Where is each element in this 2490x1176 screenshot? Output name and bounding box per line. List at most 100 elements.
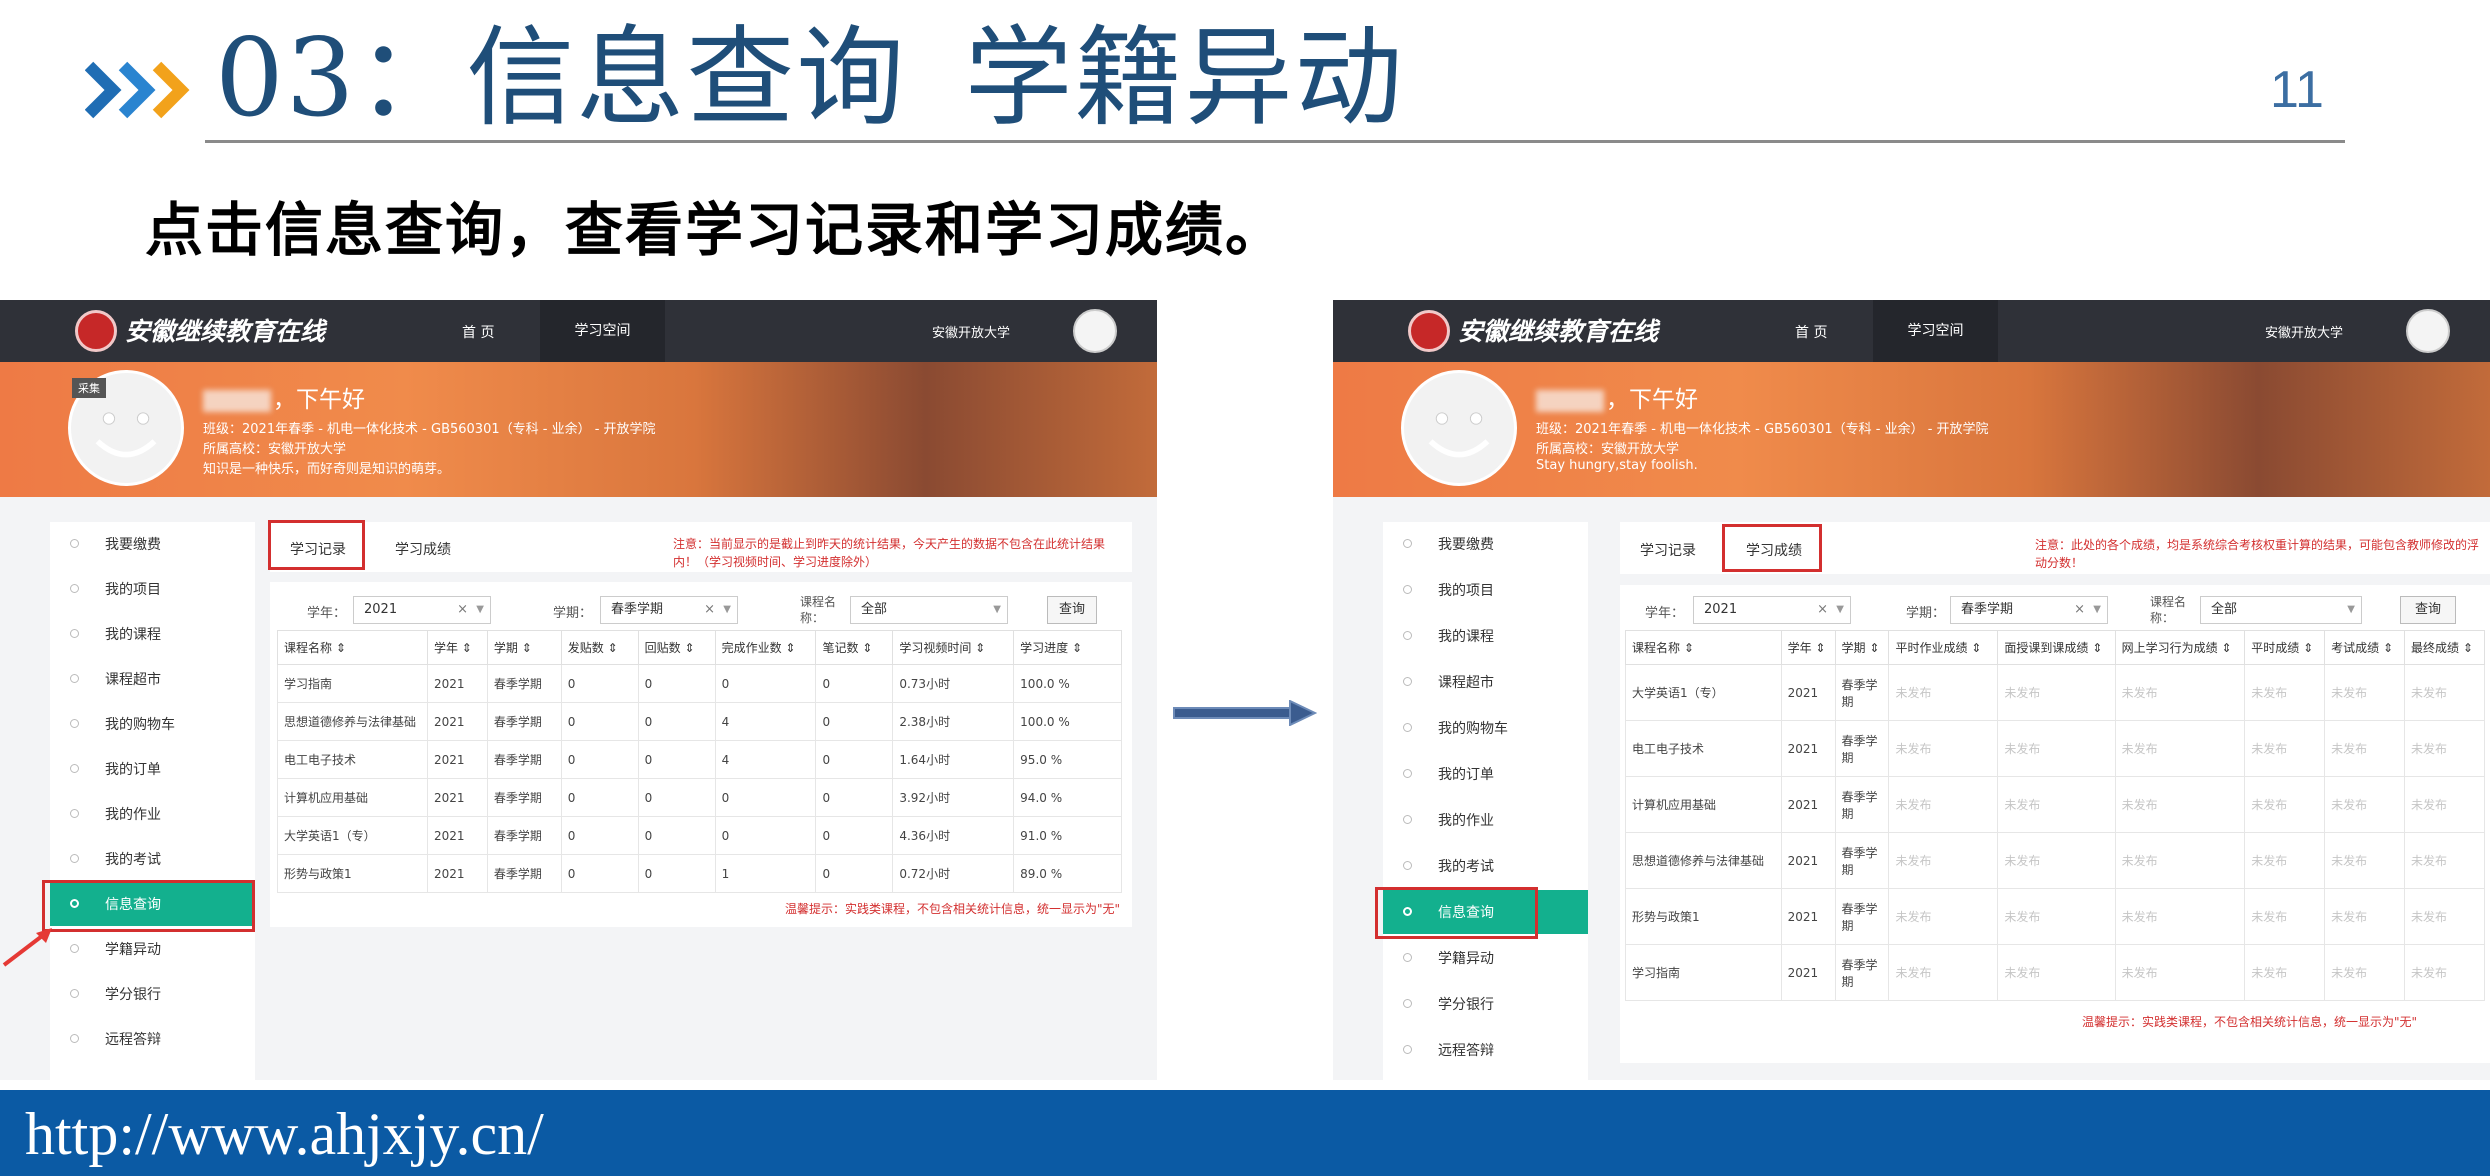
course-select[interactable]: 全部 ▼ xyxy=(2200,596,2362,624)
sidebar-item-courses[interactable]: 我的课程 xyxy=(1383,614,1588,658)
cell-homework: 0 xyxy=(714,778,817,817)
sidebar-item-remote-defense[interactable]: 远程答辩 xyxy=(1383,1028,1588,1072)
tab-bar: 学习记录 学习成绩 注意：当前显示的是截止到昨天的统计结果，今天产生的数据不包含… xyxy=(270,522,1132,572)
cell-score: 未发布 xyxy=(2404,832,2485,889)
sidebar-item-payment[interactable]: 我要缴费 xyxy=(50,522,255,566)
cell-course: 计算机应用基础 xyxy=(1625,776,1782,833)
cell-score: 未发布 xyxy=(2244,664,2326,721)
user-avatar-icon[interactable] xyxy=(1073,309,1117,353)
cell-homework: 1 xyxy=(714,854,817,893)
cell-term: 春季学期 xyxy=(1834,888,1890,945)
cell-term: 春季学期 xyxy=(486,854,562,893)
sidebar-item-cart[interactable]: 我的购物车 xyxy=(1383,706,1588,750)
sidebar-item-homework[interactable]: 我的作业 xyxy=(1383,798,1588,842)
query-button[interactable]: 查询 xyxy=(2400,596,2456,624)
cell-video-time: 1.64小时 xyxy=(892,740,1015,779)
cell-course: 学习指南 xyxy=(277,664,428,703)
cell-progress: 89.0 % xyxy=(1013,854,1122,893)
col-year[interactable]: 学年 ⇕ xyxy=(426,630,488,665)
nav-home-link[interactable]: 首 页 xyxy=(1795,322,1827,342)
course-select[interactable]: 全部 ▼ xyxy=(850,596,1008,624)
nav-university-link[interactable]: 安徽开放大学 xyxy=(932,322,1010,341)
sidebar-item-enrollment-change[interactable]: 学籍异动 xyxy=(1383,936,1588,980)
radio-icon xyxy=(70,854,79,863)
col-exam-score[interactable]: 考试成绩 ⇕ xyxy=(2324,630,2406,665)
nav-study-space-link[interactable]: 学习空间 xyxy=(1873,300,1998,362)
sidebar-item-remote-defense[interactable]: 远程答辩 xyxy=(50,1017,255,1061)
cell-homework: 4 xyxy=(714,702,817,741)
col-course[interactable]: 课程名称 ⇕ xyxy=(277,630,428,665)
cell-score: 未发布 xyxy=(2114,776,2246,833)
query-button[interactable]: 查询 xyxy=(1047,596,1097,624)
cell-term: 春季学期 xyxy=(1834,776,1890,833)
cell-year: 2021 xyxy=(426,664,488,703)
cell-score: 未发布 xyxy=(1888,720,1999,777)
school-info: 所属高校：安徽开放大学 xyxy=(203,442,347,457)
site-logo-text: 安徽继续教育在线 xyxy=(1458,317,1659,346)
col-progress[interactable]: 学习进度 ⇕ xyxy=(1013,630,1122,665)
sidebar-item-homework[interactable]: 我的作业 xyxy=(50,792,255,836)
sidebar-item-payment[interactable]: 我要缴费 xyxy=(1383,522,1588,566)
clear-icon[interactable]: × xyxy=(704,597,715,623)
col-regular-score[interactable]: 平时成绩 ⇕ xyxy=(2244,630,2326,665)
sidebar-item-credit-bank[interactable]: 学分银行 xyxy=(1383,982,1588,1026)
col-replies[interactable]: 回贴数 ⇕ xyxy=(637,630,716,665)
tab-study-records[interactable]: 学习记录 xyxy=(1640,540,1696,560)
sidebar-item-projects[interactable]: 我的项目 xyxy=(50,567,255,611)
sidebar-item-course-market[interactable]: 课程超市 xyxy=(50,657,255,701)
col-homework-done[interactable]: 完成作业数 ⇕ xyxy=(714,630,817,665)
profile-avatar-icon[interactable] xyxy=(1401,370,1517,486)
sidebar-item-orders[interactable]: 我的订单 xyxy=(1383,752,1588,796)
term-label: 学期： xyxy=(1906,606,1946,621)
sidebar-menu: 我要缴费 我的项目 我的课程 课程超市 我的购物车 我的订单 我的作业 我的考试… xyxy=(1383,522,1588,1080)
user-avatar-icon[interactable] xyxy=(2406,309,2450,353)
collect-tag[interactable]: 采集 xyxy=(72,378,106,398)
col-term[interactable]: 学期 ⇕ xyxy=(486,630,562,665)
col-final-score[interactable]: 最终成绩 ⇕ xyxy=(2404,630,2485,665)
col-notes[interactable]: 笔记数 ⇕ xyxy=(815,630,894,665)
cell-homework: 0 xyxy=(714,664,817,703)
sidebar-item-orders[interactable]: 我的订单 xyxy=(50,747,255,791)
clear-icon[interactable]: × xyxy=(2074,597,2085,623)
term-select[interactable]: 春季学期 × ▼ xyxy=(600,596,738,624)
sidebar-item-exams[interactable]: 我的考试 xyxy=(1383,844,1588,888)
cell-course: 形势与政策1 xyxy=(277,854,428,893)
cell-posts: 0 xyxy=(560,702,639,741)
col-online-score[interactable]: 网上学习行为成绩 ⇕ xyxy=(2114,630,2246,665)
col-course[interactable]: 课程名称 ⇕ xyxy=(1625,630,1782,665)
chevron-down-icon: ▼ xyxy=(2347,604,2355,615)
cell-video-time: 0.73小时 xyxy=(892,664,1015,703)
nav-home-link[interactable]: 首 页 xyxy=(462,322,494,342)
col-video-time[interactable]: 学习视频时间 ⇕ xyxy=(892,630,1015,665)
nav-study-space-link[interactable]: 学习空间 xyxy=(540,300,665,362)
term-select[interactable]: 春季学期 × ▼ xyxy=(1950,596,2108,624)
col-year[interactable]: 学年 ⇕ xyxy=(1780,630,1836,665)
sidebar-item-enrollment-change[interactable]: 学籍异动 xyxy=(50,927,255,971)
sidebar-item-projects[interactable]: 我的项目 xyxy=(1383,568,1588,612)
radio-icon xyxy=(70,809,79,818)
clear-icon[interactable]: × xyxy=(1817,597,1828,623)
tab-study-grades[interactable]: 学习成绩 xyxy=(395,539,451,559)
sidebar-item-courses[interactable]: 我的课程 xyxy=(50,612,255,656)
nav-university-link[interactable]: 安徽开放大学 xyxy=(2265,322,2343,341)
col-attendance-score[interactable]: 面授课到课成绩 ⇕ xyxy=(1997,630,2116,665)
cell-score: 未发布 xyxy=(1997,832,2116,889)
right-arrow-icon xyxy=(1173,700,1317,726)
title-secondary: 学籍异动 xyxy=(964,16,1405,141)
radio-icon xyxy=(70,1034,79,1043)
footer-url[interactable]: http://www.ahjxjy.cn/ xyxy=(25,1100,544,1169)
clear-icon[interactable]: × xyxy=(457,597,468,623)
cell-year: 2021 xyxy=(426,740,488,779)
sidebar-item-course-market[interactable]: 课程超市 xyxy=(1383,660,1588,704)
sidebar-item-credit-bank[interactable]: 学分银行 xyxy=(50,972,255,1016)
cell-replies: 0 xyxy=(637,816,716,855)
cell-progress: 100.0 % xyxy=(1013,702,1122,741)
cell-year: 2021 xyxy=(426,854,488,893)
year-select[interactable]: 2021 × ▼ xyxy=(353,596,491,624)
col-posts[interactable]: 发贴数 ⇕ xyxy=(560,630,639,665)
sidebar-item-cart[interactable]: 我的购物车 xyxy=(50,702,255,746)
year-select[interactable]: 2021 × ▼ xyxy=(1693,596,1851,624)
sidebar-item-exams[interactable]: 我的考试 xyxy=(50,837,255,881)
col-homework-score[interactable]: 平时作业成绩 ⇕ xyxy=(1888,630,1999,665)
col-term[interactable]: 学期 ⇕ xyxy=(1834,630,1890,665)
